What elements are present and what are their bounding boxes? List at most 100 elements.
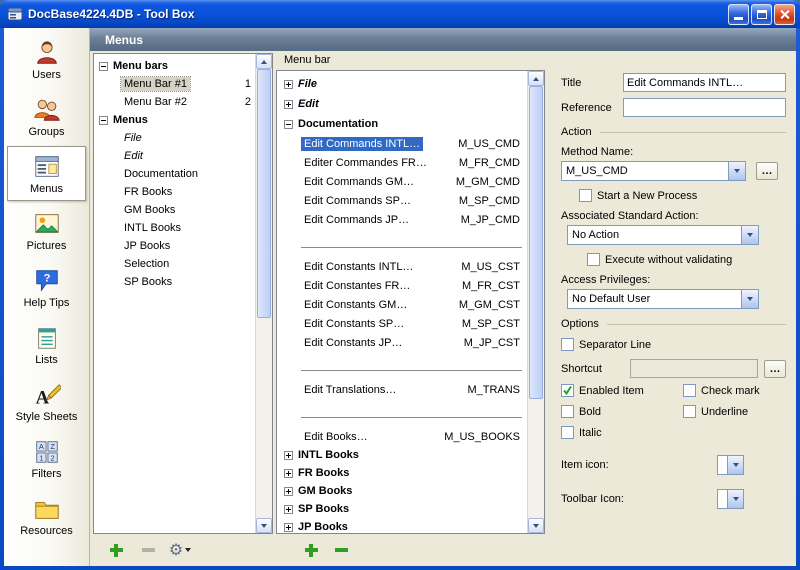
chevron-down-icon[interactable] xyxy=(727,490,743,508)
menu-separator[interactable] xyxy=(277,399,527,427)
bold-checkbox[interactable] xyxy=(561,405,574,418)
tree-item-menu-bar-1[interactable]: Menu Bar #1 1 xyxy=(94,75,255,93)
menus-tree: Menu bars Menu Bar #1 1 Menu Bar #2 2 xyxy=(94,54,255,533)
tree-item-menu-edit[interactable]: Edit xyxy=(94,147,255,165)
underline-checkbox[interactable] xyxy=(683,405,696,418)
tree-menu-sp-books[interactable]: SP Books xyxy=(277,500,527,518)
scroll-down-button[interactable] xyxy=(256,518,272,533)
scroll-track[interactable] xyxy=(528,86,544,518)
tree-menu-jp-books[interactable]: JP Books xyxy=(277,518,527,533)
expand-icon[interactable] xyxy=(284,469,293,478)
menu-item-row[interactable]: Edit Constants JP… M_JP_CST xyxy=(277,333,527,352)
tree-menu-file[interactable]: File xyxy=(277,74,527,94)
menu-item-row[interactable]: Editer Commandes FR… M_FR_CMD xyxy=(277,153,527,172)
delete-menu-button[interactable] xyxy=(137,539,159,561)
check-mark-checkbox[interactable] xyxy=(683,384,696,397)
tree-menu-intl-books[interactable]: INTL Books xyxy=(277,446,527,464)
enabled-item-checkbox[interactable] xyxy=(561,384,574,397)
add-menu-item-button[interactable] xyxy=(300,539,322,561)
menu-item-row[interactable]: Edit Translations… M_TRANS xyxy=(277,380,527,399)
tree-item-menu-intl-books[interactable]: INTL Books xyxy=(94,219,255,237)
menu-item-row[interactable]: Edit Constants GM… M_GM_CST xyxy=(277,295,527,314)
scroll-up-button[interactable] xyxy=(256,54,272,69)
scrollbar[interactable] xyxy=(255,54,272,533)
scroll-track[interactable] xyxy=(256,69,272,518)
titlebar[interactable]: DocBase4224.4DB - Tool Box xyxy=(0,0,800,28)
collapse-icon[interactable] xyxy=(99,62,108,71)
chevron-down-icon[interactable] xyxy=(728,162,745,180)
maximize-button[interactable] xyxy=(751,4,772,25)
tree-menu-gm-books[interactable]: GM Books xyxy=(277,482,527,500)
tree-item-menu-bar-2[interactable]: Menu Bar #2 2 xyxy=(94,93,255,111)
scroll-down-button[interactable] xyxy=(528,518,544,533)
menu-item-row[interactable]: Edit Commands SP… M_SP_CMD xyxy=(277,191,527,210)
remove-menu-item-button[interactable] xyxy=(330,539,352,561)
access-privileges-select[interactable]: No Default User xyxy=(567,289,759,309)
expand-icon[interactable] xyxy=(284,451,293,460)
tree-item-menu-documentation[interactable]: Documentation xyxy=(94,165,255,183)
collapse-icon[interactable] xyxy=(99,116,108,125)
minimize-button[interactable] xyxy=(728,4,749,25)
tree-menu-fr-books[interactable]: FR Books xyxy=(277,464,527,482)
tree-group-menu-bars[interactable]: Menu bars xyxy=(94,57,255,75)
sidebar-item-menus[interactable]: Menus xyxy=(7,146,86,201)
scroll-thumb[interactable] xyxy=(257,69,271,318)
users-icon xyxy=(33,39,61,67)
expand-icon[interactable] xyxy=(284,487,293,496)
sidebar-item-users[interactable]: Users xyxy=(7,32,86,87)
menu-item-row[interactable]: Edit Constants INTL… M_US_CST xyxy=(277,257,527,276)
menu-item-row[interactable]: Edit Constants SP… M_SP_CST xyxy=(277,314,527,333)
title-input[interactable] xyxy=(623,73,786,92)
tree-menu-documentation[interactable]: Documentation xyxy=(277,114,527,134)
sidebar-item-filters[interactable]: A Z 1 2 Filters xyxy=(7,431,86,486)
chevron-down-icon[interactable] xyxy=(727,456,743,474)
close-button[interactable] xyxy=(774,4,795,25)
standard-action-select[interactable]: No Action xyxy=(567,225,759,245)
tree-menu-edit[interactable]: Edit xyxy=(277,94,527,114)
scroll-up-button[interactable] xyxy=(528,71,544,86)
chevron-down-icon[interactable] xyxy=(741,226,758,244)
tree-item-menu-fr-books[interactable]: FR Books xyxy=(94,183,255,201)
tree-item-menu-file[interactable]: File xyxy=(94,129,255,147)
separator-line-checkbox[interactable] xyxy=(561,338,574,351)
sidebar-item-resources[interactable]: Resources xyxy=(7,488,86,543)
scrollbar[interactable] xyxy=(527,71,544,533)
menu-separator[interactable] xyxy=(277,229,527,257)
sidebar-item-pictures[interactable]: Pictures xyxy=(7,203,86,258)
execute-without-validating-checkbox[interactable] xyxy=(587,253,600,266)
sidebar-item-groups[interactable]: Groups xyxy=(7,89,86,144)
shortcut-input[interactable] xyxy=(630,359,758,378)
menu-item-row[interactable]: Edit Constantes FR… M_FR_CST xyxy=(277,276,527,295)
shortcut-browse-button[interactable]: … xyxy=(764,360,786,378)
scroll-thumb[interactable] xyxy=(529,86,543,399)
tree-item-menu-gm-books[interactable]: GM Books xyxy=(94,201,255,219)
menu-item-ref: M_US_CMD xyxy=(458,138,527,150)
reference-input[interactable] xyxy=(623,98,786,117)
collapse-icon[interactable] xyxy=(284,120,293,129)
chevron-down-icon[interactable] xyxy=(741,290,758,308)
tree-item-menu-jp-books[interactable]: JP Books xyxy=(94,237,255,255)
tree-item-menu-sp-books[interactable]: SP Books xyxy=(94,273,255,291)
add-menu-button[interactable] xyxy=(105,539,127,561)
expand-icon[interactable] xyxy=(284,100,293,109)
menu-separator[interactable] xyxy=(277,352,527,380)
italic-checkbox[interactable] xyxy=(561,426,574,439)
expand-icon[interactable] xyxy=(284,505,293,514)
menu-item-row[interactable]: Edit Commands JP… M_JP_CMD xyxy=(277,210,527,229)
method-name-select[interactable]: M_US_CMD xyxy=(561,161,746,181)
tree-group-menus[interactable]: Menus xyxy=(94,111,255,129)
sidebar-item-style-sheets[interactable]: A Style Sheets xyxy=(7,374,86,429)
method-browse-button[interactable]: … xyxy=(756,162,778,180)
menu-item-row[interactable]: Edit Commands INTL… M_US_CMD xyxy=(277,134,527,153)
sidebar-item-lists[interactable]: Lists xyxy=(7,317,86,372)
tree-item-menu-selection[interactable]: Selection xyxy=(94,255,255,273)
sidebar-item-help-tips[interactable]: ? Help Tips xyxy=(7,260,86,315)
menu-item-row[interactable]: Edit Books… M_US_BOOKS xyxy=(277,427,527,446)
expand-icon[interactable] xyxy=(284,80,293,89)
menu-item-row[interactable]: Edit Commands GM… M_GM_CMD xyxy=(277,172,527,191)
start-new-process-checkbox[interactable] xyxy=(579,189,592,202)
item-icon-select[interactable] xyxy=(717,455,744,475)
toolbar-icon-select[interactable] xyxy=(717,489,744,509)
menu-actions-button[interactable] xyxy=(169,539,191,561)
expand-icon[interactable] xyxy=(284,523,293,532)
